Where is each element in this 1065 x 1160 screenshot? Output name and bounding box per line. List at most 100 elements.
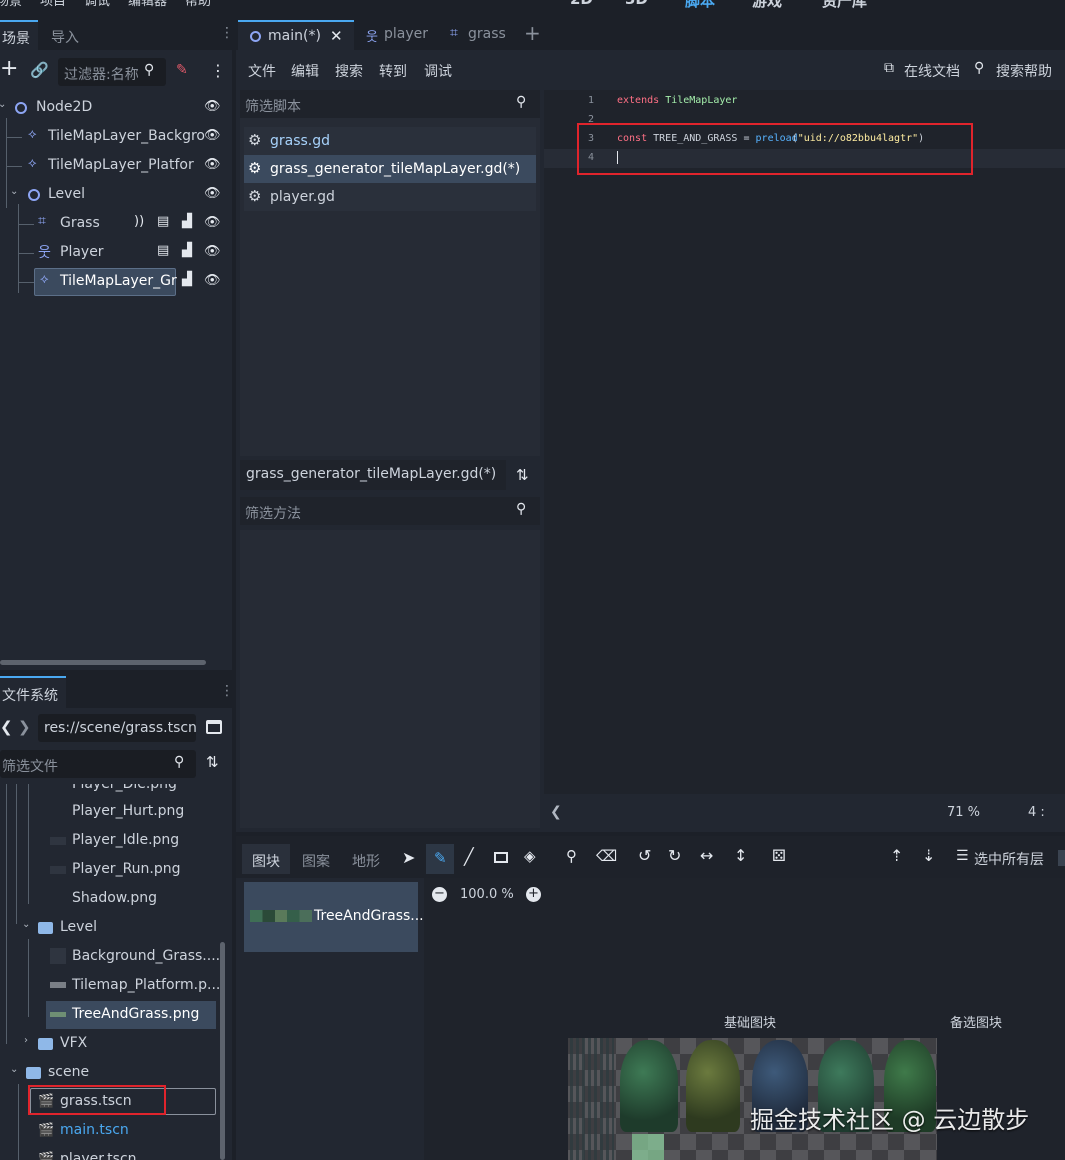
- workspace-game-button[interactable]: 游戏: [752, 0, 782, 11]
- clapper-icon[interactable]: ▤: [157, 243, 169, 258]
- split-view-icon[interactable]: [206, 720, 222, 734]
- tab-tiles[interactable]: 图块: [242, 844, 290, 874]
- signal-icon[interactable]: )): [134, 214, 144, 229]
- path-field[interactable]: res://scene/grass.tscn: [38, 714, 197, 742]
- visibility-eye-icon[interactable]: 👁: [204, 157, 221, 172]
- tab-main[interactable]: main(*) ✕: [238, 20, 354, 50]
- paint-tool-button[interactable]: ✎: [426, 844, 454, 874]
- file-item-player-hurt[interactable]: Player_Hurt.png: [0, 798, 220, 826]
- collapse-arrow-icon[interactable]: ⌄: [10, 1064, 18, 1075]
- file-item-tilemap-platform[interactable]: Tilemap_Platform.p...: [0, 972, 220, 1000]
- script-item-player[interactable]: ⚙ player.gd: [244, 183, 536, 211]
- script-icon[interactable]: ▟: [182, 243, 192, 258]
- script-filter-field[interactable]: 筛选脚本 ⚲: [240, 90, 540, 118]
- menu-project[interactable]: 项目: [40, 0, 66, 9]
- script-icon[interactable]: ▟: [182, 214, 192, 229]
- flip-vertical-icon[interactable]: ↕: [734, 846, 747, 865]
- collapse-arrow-icon[interactable]: ⌄: [22, 919, 30, 930]
- file-item-player-die[interactable]: Player_Die.png: [0, 784, 220, 798]
- tree-node-tilemap-platform[interactable]: ⟡ TileMapLayer_Platfor 👁: [0, 152, 232, 180]
- add-tab-icon[interactable]: +: [524, 21, 541, 45]
- dock-options-icon[interactable]: ⋮: [220, 25, 234, 41]
- menu-search[interactable]: 搜索: [335, 61, 363, 81]
- zoom-level[interactable]: 71 %: [947, 805, 980, 820]
- visibility-eye-icon[interactable]: 👁: [204, 273, 221, 288]
- menu-debug[interactable]: 调试: [84, 0, 110, 9]
- code-editor[interactable]: 1 2 3 4 extends TileMapLayer const TREE_…: [544, 90, 1065, 794]
- workspace-script-button[interactable]: 脚本: [685, 0, 715, 11]
- line-tool-icon[interactable]: ╱: [464, 847, 474, 866]
- tree-node-level[interactable]: ⌄ Level 👁: [0, 181, 232, 209]
- tab-scene[interactable]: 场景: [0, 20, 38, 50]
- menu-file[interactable]: 文件: [248, 61, 276, 81]
- tab-patterns[interactable]: 图案: [302, 851, 330, 871]
- file-item-player-idle[interactable]: Player_Idle.png: [0, 827, 220, 855]
- scene-tree-hscrollbar[interactable]: [0, 660, 206, 665]
- link-icon[interactable]: 🔗: [30, 61, 49, 79]
- tab-import[interactable]: 导入: [51, 27, 79, 47]
- menu-help[interactable]: 帮助: [185, 0, 211, 9]
- tab-filesystem[interactable]: 文件系统: [0, 676, 66, 708]
- workspace-2d-button[interactable]: 2D: [570, 0, 593, 8]
- folder-scene[interactable]: ⌄ scene: [0, 1059, 220, 1087]
- online-docs-button[interactable]: ⧉ 在线文档: [884, 58, 964, 82]
- tree-node-tilemap-grass[interactable]: ⟡ TileMapLayer_Gr ▟ 👁: [0, 268, 232, 296]
- random-tile-icon[interactable]: ⚄: [772, 846, 786, 865]
- eraser-tool-icon[interactable]: ⌫: [596, 847, 617, 865]
- file-item-player-run[interactable]: Player_Run.png: [0, 856, 220, 884]
- file-item-background-grass[interactable]: Background_Grass....: [0, 943, 220, 971]
- file-tree-vscrollbar[interactable]: [220, 942, 225, 1160]
- sort-methods-icon[interactable]: ⇅: [516, 466, 529, 484]
- menu-editor[interactable]: 编辑器: [128, 0, 167, 9]
- rotate-left-icon[interactable]: ↺: [638, 846, 651, 865]
- tree-node-player[interactable]: 웃 Player ▤ ▟ 👁: [0, 239, 232, 267]
- tree-node-grass[interactable]: ⌗ Grass )) ▤ ▟ 👁: [0, 210, 232, 238]
- more-options-icon[interactable]: ⋮: [210, 61, 226, 80]
- folder-vfx[interactable]: › VFX: [0, 1030, 220, 1058]
- search-help-button[interactable]: ⚲ 搜索帮助: [974, 58, 1064, 82]
- menu-scene[interactable]: 场景: [0, 0, 22, 9]
- tile-atlas-grid[interactable]: [568, 1038, 937, 1160]
- script-icon[interactable]: ▟: [182, 272, 192, 287]
- visibility-eye-icon[interactable]: 👁: [204, 244, 221, 259]
- tab-grass[interactable]: ⌗ grass: [446, 20, 526, 50]
- clapper-icon[interactable]: ▤: [157, 214, 169, 229]
- tree-node-node2d[interactable]: ⌄ Node2D 👁: [0, 94, 232, 122]
- file-item-player-tscn[interactable]: 🎬 player.tscn: [0, 1146, 220, 1160]
- workspace-assetlib-button[interactable]: 资产库: [822, 0, 867, 11]
- zoom-in-icon[interactable]: +: [526, 887, 541, 902]
- expand-arrow-icon[interactable]: ›: [24, 1035, 28, 1046]
- visibility-eye-icon[interactable]: 👁: [204, 215, 221, 230]
- dock-options-icon[interactable]: ⋮: [220, 683, 234, 699]
- tree-node-tilemap-background[interactable]: ⟡ TileMapLayer_Backgro 👁: [0, 123, 232, 151]
- menu-debug-script[interactable]: 调试: [424, 61, 452, 81]
- script-item-grass[interactable]: ⚙ grass.gd: [244, 127, 536, 155]
- rotate-right-icon[interactable]: ↻: [668, 846, 681, 865]
- select-all-layers-button[interactable]: ☰ 选中所有层: [954, 846, 1054, 870]
- close-icon[interactable]: ✕: [330, 27, 343, 45]
- folder-level[interactable]: ⌄ Level: [0, 914, 220, 942]
- file-item-treeandgrass[interactable]: TreeAndGrass.png: [46, 1001, 216, 1029]
- methods-filter-field[interactable]: 筛选方法 ⚲: [240, 497, 540, 525]
- visibility-eye-icon[interactable]: 👁: [204, 186, 221, 201]
- tab-player[interactable]: 웃 player: [362, 20, 442, 50]
- rect-tool-icon[interactable]: [494, 852, 508, 863]
- add-node-icon[interactable]: +: [0, 58, 18, 80]
- menu-edit[interactable]: 编辑: [291, 61, 319, 81]
- workspace-3d-button[interactable]: 3D: [625, 0, 648, 8]
- file-item-main-tscn[interactable]: 🎬 main.tscn: [0, 1117, 220, 1145]
- collapse-arrow-icon[interactable]: ⌄: [0, 99, 6, 110]
- back-icon[interactable]: ❮: [0, 718, 13, 736]
- zoom-out-icon[interactable]: −: [432, 887, 447, 902]
- select-tool-icon[interactable]: ➤: [402, 848, 415, 867]
- script-remove-icon[interactable]: ✎: [176, 62, 188, 78]
- collapse-arrow-icon[interactable]: ⌄: [10, 186, 18, 197]
- script-item-grass-generator[interactable]: ⚙ grass_generator_tileMapLayer.gd(*): [244, 155, 536, 183]
- node-filter-field[interactable]: 过滤器:名称 ⚲: [58, 58, 166, 86]
- forward-icon[interactable]: ❯: [18, 718, 31, 736]
- file-item-shadow[interactable]: Shadow.png: [0, 885, 220, 913]
- layer-down-icon[interactable]: ⇣: [922, 846, 935, 865]
- picker-tool-icon[interactable]: ⚲: [566, 847, 577, 865]
- sort-icon[interactable]: ⇅: [206, 753, 219, 771]
- file-filter-field[interactable]: 筛选文件 ⚲: [0, 750, 196, 778]
